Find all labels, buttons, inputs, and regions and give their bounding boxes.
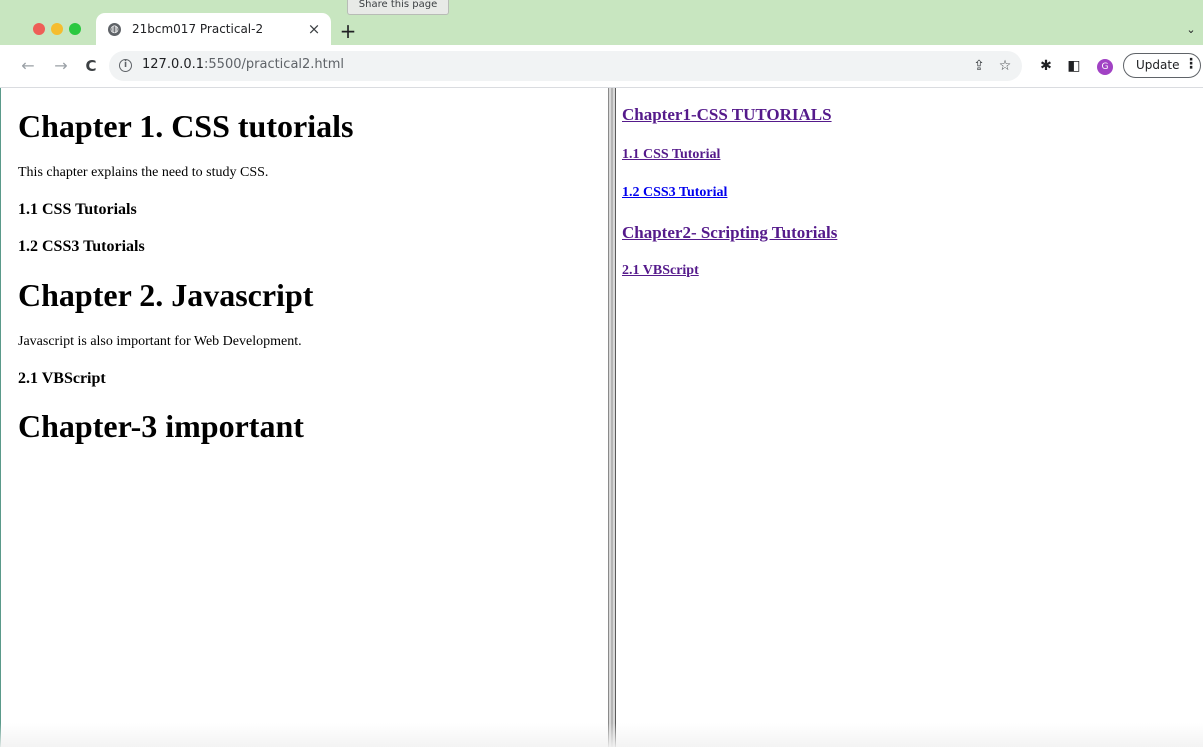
chapter1-heading: Chapter 1. CSS tutorials: [18, 108, 354, 144]
toc-link-chapter2[interactable]: Chapter2- Scripting Tutorials: [622, 223, 837, 243]
toc-link-1-1[interactable]: 1.1 CSS Tutorial: [622, 147, 720, 163]
browser-window: ◍ 21bcm017 Practical-2 × + Share this pa…: [0, 0, 1203, 747]
puzzle-icon[interactable]: ✱: [1035, 55, 1057, 77]
chapter2-text: Javascript is also important for Web Dev…: [18, 334, 302, 349]
share-tooltip: Share this page: [347, 0, 449, 15]
minimize-window-button[interactable]: [51, 23, 63, 35]
menu-icon[interactable]: ⋮: [1184, 56, 1198, 72]
address-bar[interactable]: i 127.0.0.1:5500/practical2.html ⇪ ☆: [109, 51, 1022, 81]
url-text[interactable]: 127.0.0.1:5500/practical2.html: [142, 57, 344, 72]
tab-title: 21bcm017 Practical-2: [132, 22, 264, 36]
reload-button[interactable]: C: [80, 55, 102, 77]
close-window-button[interactable]: [33, 23, 45, 35]
toc-link-1-2[interactable]: 1.2 CSS3 Tutorial: [622, 185, 727, 201]
back-button[interactable]: ←: [17, 55, 39, 77]
url-host: 127.0.0.1: [142, 57, 205, 72]
tab-search-chevron-icon[interactable]: ⌄: [1184, 23, 1198, 37]
frame-divider[interactable]: [608, 88, 616, 747]
chapter1-text: This chapter explains the need to study …: [18, 165, 269, 180]
tab-practical-2[interactable]: ◍ 21bcm017 Practical-2 ×: [96, 13, 331, 46]
avatar[interactable]: G: [1097, 59, 1113, 75]
section-1-2-heading: 1.2 CSS3 Tutorials: [18, 238, 145, 255]
chapter3-heading: Chapter-3 important: [18, 408, 304, 444]
star-icon[interactable]: ☆: [995, 56, 1015, 76]
new-tab-button[interactable]: +: [337, 20, 359, 42]
url-path: :5500/practical2.html: [204, 57, 345, 72]
forward-button[interactable]: →: [50, 55, 72, 77]
maximize-window-button[interactable]: [69, 23, 81, 35]
info-icon[interactable]: i: [119, 59, 132, 72]
toc-link-2-1[interactable]: 2.1 VBScript: [622, 263, 699, 279]
content-frame[interactable]: Chapter 1. CSS tutorials This chapter ex…: [1, 88, 608, 747]
side-panel-icon[interactable]: ◧: [1063, 55, 1085, 77]
section-1-1-heading: 1.1 CSS Tutorials: [18, 201, 137, 218]
share-icon[interactable]: ⇪: [969, 56, 989, 76]
update-button[interactable]: Update ⋮: [1123, 53, 1201, 78]
frame-divider-grip: [611, 88, 613, 747]
page-content: Chapter 1. CSS tutorials This chapter ex…: [0, 88, 1203, 747]
close-icon[interactable]: ×: [305, 20, 323, 38]
tab-strip: ◍ 21bcm017 Practical-2 × + Share this pa…: [0, 0, 1203, 46]
globe-icon: ◍: [108, 23, 121, 36]
toc-link-chapter1[interactable]: Chapter1-CSS TUTORIALS: [622, 105, 832, 125]
section-2-1-heading: 2.1 VBScript: [18, 370, 106, 387]
update-label: Update: [1136, 58, 1180, 72]
chapter2-heading: Chapter 2. Javascript: [18, 277, 314, 313]
toc-frame[interactable]: Chapter1-CSS TUTORIALS 1.1 CSS Tutorial …: [616, 88, 1203, 747]
browser-toolbar: ← → C i 127.0.0.1:5500/practical2.html ⇪…: [0, 45, 1203, 88]
